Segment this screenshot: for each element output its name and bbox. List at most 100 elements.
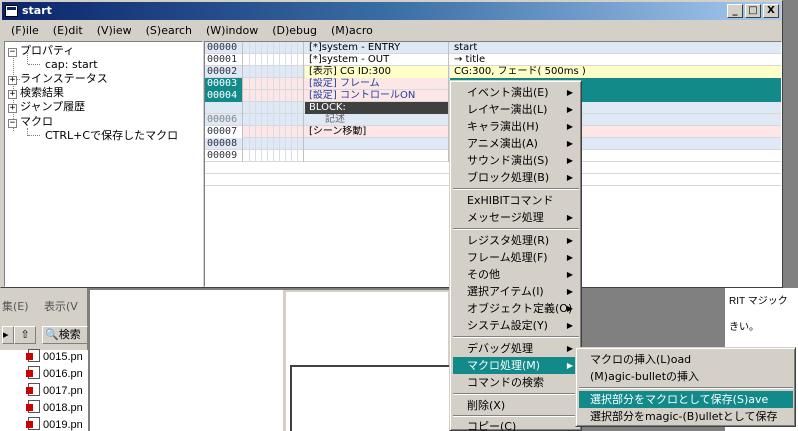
menu-item-label: ブロック処理(B) (467, 171, 550, 184)
menu-item-frame[interactable]: フレーム処理(F) ▶ (453, 249, 579, 266)
tree-item-saved-macro[interactable]: CTRL+Cで保存したマクロ (45, 128, 178, 143)
menu-item-sound[interactable]: サウンド演出(S) ▶ (453, 152, 579, 169)
indent-columns (244, 126, 304, 138)
menu-item-block[interactable]: ブロック処理(B) ▶ (453, 169, 579, 186)
tree-item-property[interactable]: − プロパティ (8, 43, 74, 58)
menu-item-layer[interactable]: レイヤー演出(L) ▶ (453, 101, 579, 118)
line-number: 00007 (205, 126, 243, 138)
menu-separator (579, 387, 793, 389)
window-icon[interactable] (5, 5, 18, 17)
dropdown-arrow-icon[interactable]: ▸ (2, 326, 14, 344)
expand-icon[interactable]: + (8, 76, 17, 85)
tree-item-cap[interactable]: cap: start (45, 57, 98, 72)
tree-item-label: プロパティ (20, 44, 75, 57)
file-name: 0019.pn (43, 419, 83, 431)
image-file-icon (26, 366, 40, 379)
submenu-arrow-icon: ▶ (566, 88, 573, 97)
menu-item-label: イベント演出(E) (467, 86, 549, 99)
file-name: 0018.pn (43, 402, 83, 414)
background-menu-view[interactable]: 表示(V (44, 298, 78, 314)
submenu-arrow-icon: ▶ (566, 173, 573, 182)
line-number: 00004 (205, 90, 243, 102)
minimize-button[interactable]: _ (727, 4, 743, 18)
line-number (205, 102, 243, 114)
submenu-item-load-macro[interactable]: マクロの挿入(L)oad (579, 351, 793, 368)
menu-item-command-search[interactable]: コマンドの検索 (453, 374, 579, 391)
menu-view[interactable]: (V)iew (90, 22, 139, 39)
indent-columns (244, 66, 304, 78)
menu-search[interactable]: (S)earch (139, 22, 199, 39)
tree-item-jump-history[interactable]: + ジャンプ履歴 (8, 99, 85, 114)
menu-debug[interactable]: (D)ebug (265, 22, 324, 39)
search-icon: 🔍 (45, 328, 59, 341)
menu-item-label: デバッグ処理 (467, 342, 533, 355)
search-button[interactable]: 🔍検索 (42, 326, 88, 344)
menu-item-label: ExHIBITコマンド (467, 194, 554, 207)
maximize-button[interactable]: □ (745, 4, 761, 18)
table-row[interactable]: 00000 [*]system - ENTRY start (205, 42, 781, 54)
menu-item-object[interactable]: オブジェクト定義(O) ▶ (453, 300, 579, 317)
search-button-label: 検索 (58, 328, 81, 341)
menu-item-message[interactable]: メッセージ処理 ▶ (453, 209, 579, 226)
menu-item-label: キャラ演出(H) (467, 120, 539, 133)
menu-item-event[interactable]: イベント演出(E) ▶ (453, 84, 579, 101)
tree-item-label: CTRL+Cで保存したマクロ (45, 129, 179, 142)
tree-item-line-status[interactable]: + ラインステータス (8, 71, 108, 86)
close-button[interactable]: X (763, 4, 779, 18)
menu-edit[interactable]: (E)dit (46, 22, 90, 39)
menu-macro[interactable]: (M)acro (324, 22, 380, 39)
menu-item-anime[interactable]: アニメ演出(A) ▶ (453, 135, 579, 152)
background-text: RIT マジック (729, 296, 788, 307)
submenu-arrow-icon: ▶ (566, 304, 573, 313)
submenu-item-save-as-magic-bullet[interactable]: 選択部分をmagic-(B)ulletとして保存 (579, 408, 793, 425)
submenu-arrow-icon: ▶ (566, 139, 573, 148)
file-name: 0016.pn (43, 368, 83, 380)
file-name: 0017.pn (43, 385, 83, 397)
menu-item-delete[interactable]: 削除(X) (453, 397, 579, 414)
folder-up-icon[interactable]: ⇧ (14, 326, 36, 344)
list-item[interactable]: 0017.pn (26, 383, 83, 400)
submenu-item-insert-magic-bullet[interactable]: (M)agic-bulletの挿入 (579, 368, 793, 385)
line-number: 00002 (205, 66, 243, 78)
window-title: start (22, 4, 52, 17)
submenu-item-save-as-macro[interactable]: 選択部分をマクロとして保存(S)ave (579, 391, 793, 408)
menu-item-other[interactable]: その他 ▶ (453, 266, 579, 283)
tree-item-search-results[interactable]: + 検索結果 (8, 85, 64, 100)
menu-item-copy[interactable]: コピー(C) (453, 418, 579, 431)
list-item[interactable]: 0019.pn (26, 417, 83, 431)
submenu-arrow-icon: ▶ (566, 321, 573, 330)
command-cell: [表示] CG ID:300 (305, 66, 449, 78)
background-menu-edit[interactable]: 集(E) (2, 298, 29, 314)
indent-columns (244, 138, 304, 150)
menu-item-select-item[interactable]: 選択アイテム(I) ▶ (453, 283, 579, 300)
menu-item-label: オブジェクト定義(O) (467, 302, 573, 315)
tree-item-macro[interactable]: − マクロ (8, 114, 53, 129)
collapse-icon[interactable]: − (8, 119, 17, 128)
list-item[interactable]: 0018.pn (26, 400, 83, 417)
menu-item-system[interactable]: システム設定(Y) ▶ (453, 317, 579, 334)
menu-separator (453, 228, 579, 230)
table-row[interactable]: 00002 [表示] CG ID:300 CG:300, フェード( 500ms… (205, 66, 781, 78)
menu-item-macro[interactable]: マクロ処理(M) ▶ (453, 357, 579, 374)
menu-item-debug[interactable]: デバッグ処理 ▶ (453, 340, 579, 357)
tree-connector (28, 64, 40, 65)
menu-item-register[interactable]: レジスタ処理(R) ▶ (453, 232, 579, 249)
collapse-icon[interactable]: − (8, 48, 17, 57)
table-row[interactable]: 00001 [*]system - OUT → title (205, 54, 781, 66)
menu-file[interactable]: (F)ile (4, 22, 46, 39)
command-cell: [設定] コントロールON (305, 90, 449, 102)
expand-icon[interactable]: + (8, 90, 17, 99)
submenu-arrow-icon: ▶ (566, 156, 573, 165)
tree-item-label: cap: start (45, 58, 98, 71)
menu-item-chara[interactable]: キャラ演出(H) ▶ (453, 118, 579, 135)
list-item[interactable]: 0016.pn (26, 366, 83, 383)
indent-columns (244, 114, 304, 126)
line-number: 00003 (205, 78, 243, 90)
image-file-icon (26, 400, 40, 413)
expand-icon[interactable]: + (8, 104, 17, 113)
menu-window[interactable]: (W)indow (199, 22, 265, 39)
list-item[interactable]: 0015.pn (26, 349, 83, 366)
background-panel (290, 365, 449, 431)
title-bar[interactable]: start _ □ X (2, 2, 781, 20)
menu-item-exhibit[interactable]: ExHIBITコマンド (453, 192, 579, 209)
